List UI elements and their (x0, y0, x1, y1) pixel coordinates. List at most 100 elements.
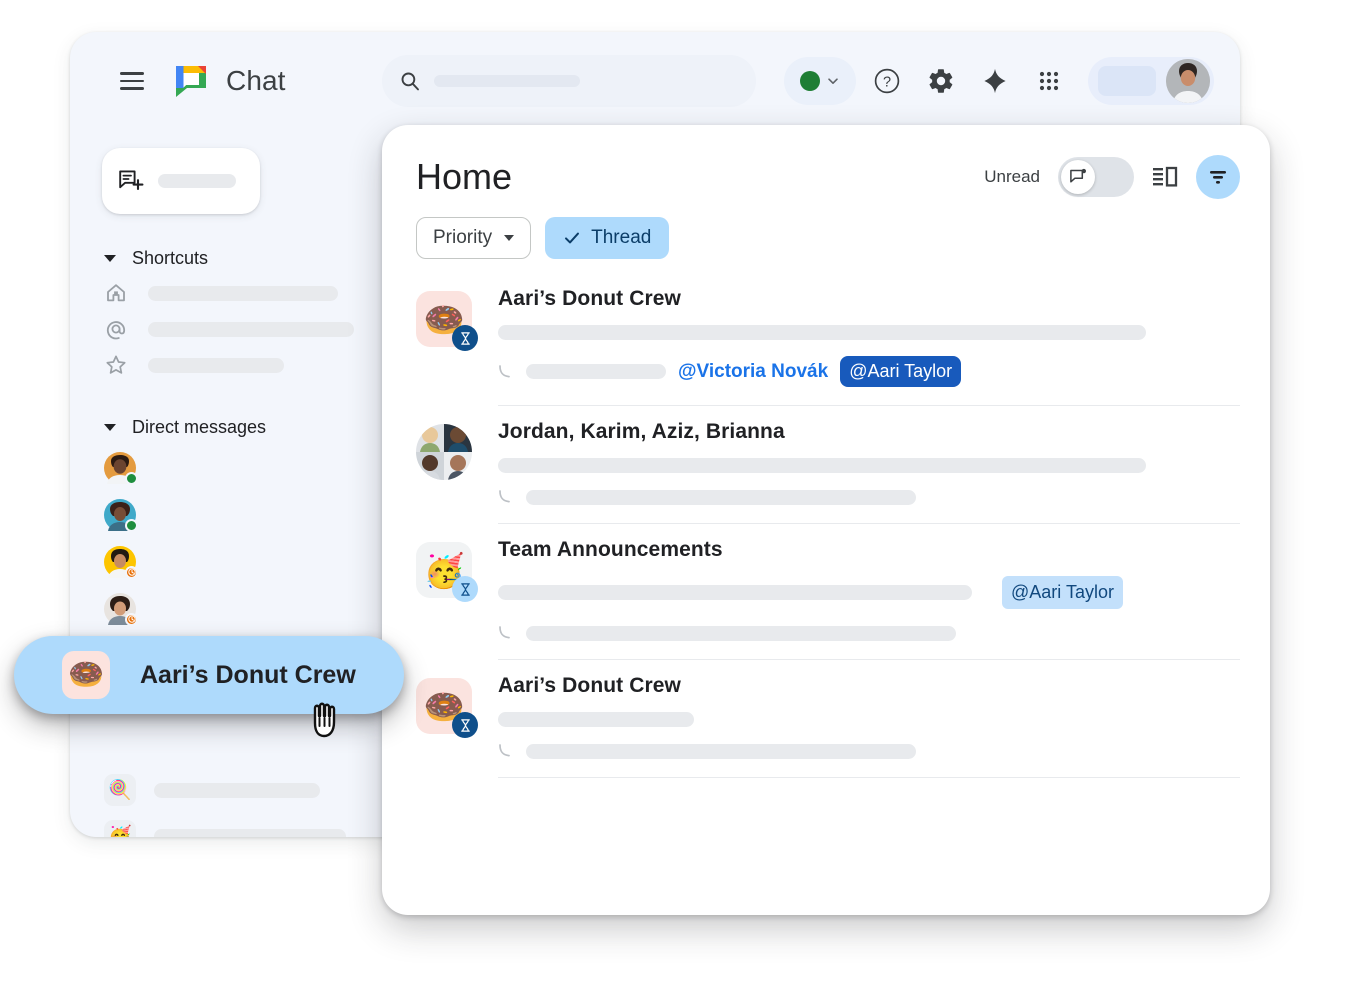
preview-placeholder (498, 325, 1146, 340)
profile-chip[interactable] (1088, 57, 1214, 105)
chat-bubble-unread-icon (1069, 168, 1088, 187)
screenshot-stage: Chat ? Shortcuts Direct messages 🍭 🥳 Hom… (0, 0, 1368, 1000)
sidebar-item-starred[interactable] (70, 347, 400, 383)
message-preview-line (498, 458, 1240, 473)
hamburger-menu-icon[interactable] (120, 72, 144, 90)
preview-placeholder (498, 712, 694, 727)
profile-placeholder (1098, 66, 1156, 96)
conversation-body: Jordan, Karim, Aziz, Brianna (498, 420, 1240, 524)
conversation-row[interactable]: Jordan, Karim, Aziz, Brianna (382, 406, 1270, 524)
sidebar-item-space[interactable]: 🥳 (70, 813, 400, 837)
reply-curve-icon (498, 743, 514, 759)
caret-down-icon (104, 424, 116, 431)
search-input[interactable] (433, 75, 580, 87)
sidebar-item-label (148, 285, 338, 301)
sidebar-item-dm[interactable] (70, 538, 400, 585)
hourglass-icon (452, 325, 478, 351)
conversation-row[interactable]: 🥳 Team Announcements @Aari Taylor (382, 524, 1270, 660)
filter-list-icon[interactable] (1196, 155, 1240, 199)
conversation-row[interactable]: 🍩 Aari’s Donut Crew (382, 660, 1270, 778)
search-bar[interactable] (381, 55, 756, 107)
thread-reply-line (498, 489, 1240, 505)
help-circle-icon[interactable]: ? (864, 58, 910, 104)
conversation-body: Aari’s Donut Crew @Victoria Novák @Aari … (498, 287, 1240, 406)
reply-placeholder (526, 364, 666, 379)
sidebar-item-mentions[interactable] (70, 311, 400, 347)
party-face-emoji: 🥳 (104, 820, 136, 837)
sidebar-section-shortcuts[interactable]: Shortcuts (104, 248, 400, 269)
donut-emoji: 🍩 (62, 651, 110, 699)
status-selector[interactable] (784, 57, 856, 105)
compose-label (158, 174, 236, 188)
avatar (104, 545, 138, 579)
sidebar-item-label (148, 321, 354, 337)
mention-icon (104, 317, 128, 341)
message-preview-line (498, 712, 1240, 727)
app-topbar: Chat ? (70, 32, 1240, 130)
chip-thread[interactable]: Thread (545, 217, 670, 259)
home-panel: Home Unread Priority Thread 🍩 Aari’s Don… (382, 125, 1270, 915)
unread-toggle[interactable] (1058, 157, 1134, 197)
chip-label: Priority (433, 227, 493, 248)
panel-header: Home Unread (382, 125, 1270, 199)
filter-chips: Priority Thread (382, 199, 1270, 259)
preview-placeholder (498, 458, 1146, 473)
conversation-avatar: 🥳 (416, 542, 478, 602)
unread-label: Unread (984, 167, 1040, 186)
sidebar-item-dm[interactable] (70, 444, 400, 491)
sidebar-item-label (154, 782, 320, 798)
home-icon (104, 281, 128, 305)
section-title: Direct messages (132, 417, 267, 437)
conversation-name: Jordan, Karim, Aziz, Brianna (498, 420, 785, 443)
conversation-avatar: 🍩 (416, 291, 478, 351)
status-dot (800, 71, 820, 91)
avatar (104, 451, 138, 485)
split-view-icon[interactable] (1148, 160, 1182, 194)
apps-grid-icon[interactable] (1026, 58, 1072, 104)
reply-curve-icon (498, 625, 514, 641)
sidebar-item-space[interactable]: 🍭 (70, 767, 400, 813)
sidebar-section-direct-messages[interactable]: Direct messages (104, 417, 400, 438)
sidebar-item-label (148, 357, 284, 373)
status-badge (125, 612, 138, 626)
sidebar-item-dm[interactable] (70, 585, 400, 632)
mention-aari-taylor[interactable]: @Aari Taylor (1002, 576, 1123, 609)
preview-placeholder (498, 585, 972, 600)
dragged-space-label: Aari’s Donut Crew (140, 660, 356, 689)
chevron-down-icon (504, 235, 515, 241)
section-title: Shortcuts (132, 248, 209, 268)
mention-victoria-novak[interactable]: @Victoria Novák (678, 361, 828, 383)
topbar-actions: ? (784, 57, 1214, 105)
conversation-body: Aari’s Donut Crew (498, 674, 1240, 778)
conversation-body: Team Announcements @Aari Taylor (498, 538, 1240, 660)
star-icon (104, 353, 128, 377)
sidebar-item-dm[interactable] (70, 491, 400, 538)
avatar[interactable] (1166, 59, 1210, 103)
toggle-knob (1061, 160, 1095, 194)
status-badge (125, 565, 138, 579)
thread-reply-line: @Victoria Novák @Aari Taylor (498, 356, 1240, 387)
lollipop-emoji: 🍭 (104, 774, 136, 806)
conversation-list: 🍩 Aari’s Donut Crew @Victoria Novák @Aar… (382, 259, 1270, 778)
status-badge (125, 471, 138, 485)
chip-priority[interactable]: Priority (416, 217, 532, 259)
page-title: Home (416, 156, 513, 197)
conversation-avatar (416, 424, 472, 480)
conversation-row[interactable]: 🍩 Aari’s Donut Crew @Victoria Novák @Aar… (382, 273, 1270, 406)
sidebar-item-home[interactable] (70, 275, 400, 311)
panel-header-actions: Unread (984, 155, 1240, 199)
compose-button[interactable] (102, 148, 260, 214)
thread-reply-line (498, 625, 1240, 641)
gear-icon[interactable] (918, 58, 964, 104)
conversation-name: Aari’s Donut Crew (498, 287, 681, 310)
thread-reply-line (498, 743, 1240, 759)
mention-aari-taylor[interactable]: @Aari Taylor (840, 356, 962, 387)
reply-curve-icon (498, 364, 514, 380)
hourglass-icon (452, 576, 478, 602)
caret-down-icon (104, 255, 116, 262)
chip-label: Thread (591, 227, 652, 248)
message-preview-line: @Aari Taylor (498, 576, 1240, 609)
grabbing-hand-cursor (306, 694, 354, 742)
reply-placeholder (526, 743, 916, 759)
sparkle-icon[interactable] (972, 58, 1018, 104)
